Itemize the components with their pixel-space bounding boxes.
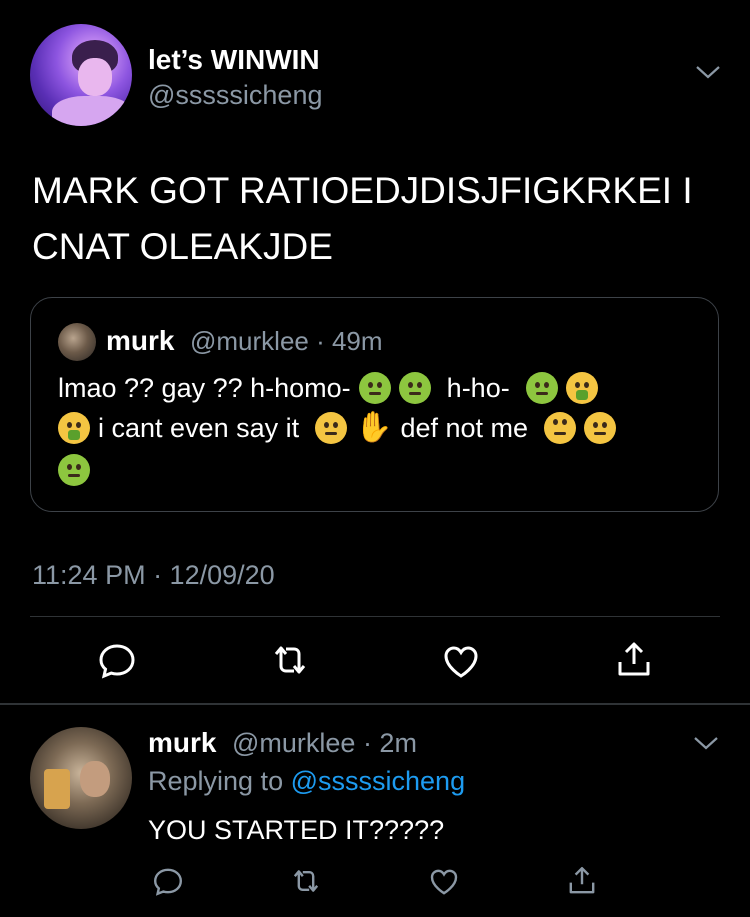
share-icon[interactable] [566,865,598,897]
reply-tweet-text: YOU STARTED IT????? [148,815,445,845]
quoted-tweet-text-2b: def not me [400,412,529,443]
quoted-tweet-text-1a: lmao ?? gay ?? h-homo- [58,372,351,403]
quoted-tweet-text-2a: i cant even say it [98,412,300,443]
nauseated-face-icon [358,372,391,404]
raised-hand-icon: ✋ [355,411,393,444]
face-with-raised-eyebrow-icon [584,412,617,444]
chevron-down-icon[interactable] [693,733,719,753]
tweet-timestamp[interactable]: 11:24 PM · 12/09/20 [32,560,275,591]
neutral-face-icon [315,412,348,444]
face-vomiting-icon [58,412,90,444]
like-icon[interactable] [428,866,460,898]
replying-to-mention[interactable]: @sssssicheng [291,766,465,796]
quoted-tweet-avatar [58,323,96,361]
quoted-tweet-text-1b: h-ho- [446,372,510,403]
quoted-tweet-handle-time: @murklee · 49m [190,326,383,356]
chevron-down-icon[interactable] [695,62,721,82]
reply-tweet-handle-time[interactable]: @murklee · 2m [232,728,417,759]
nauseated-face-icon [398,372,431,404]
reply-icon[interactable] [97,640,137,680]
quoted-tweet-line-3 [58,454,90,486]
retweet-icon[interactable] [270,640,310,680]
reply-tweet-display-name[interactable]: murk [148,727,216,759]
replying-to-label: Replying to [148,766,284,796]
like-icon[interactable] [441,642,481,682]
nauseated-face-icon [58,454,90,486]
reply-icon[interactable] [152,865,184,897]
main-tweet-handle[interactable]: @sssssicheng [148,80,322,111]
divider [30,616,720,617]
reply-tweet-avatar[interactable] [30,727,132,829]
quoted-tweet-display-name: murk [106,325,175,356]
quoted-tweet-line-1: lmao ?? gay ?? h-homo- h-ho- [58,372,598,404]
replying-to-line: Replying to @sssssicheng [148,766,465,797]
quoted-tweet-line-2: i cant even say it ✋ def not me [58,411,617,444]
retweet-icon[interactable] [290,865,322,897]
main-tweet-display-name[interactable]: let’s WINWIN [148,44,320,76]
tweet-separator [0,703,750,705]
nauseated-face-icon [525,372,558,404]
face-with-rolling-eyes-icon [544,412,577,444]
face-vomiting-icon [565,372,598,404]
main-tweet-text: MARK GOT RATIOEDJDISJFIGKRKEI I CNAT OLE… [32,170,693,267]
main-tweet-avatar[interactable] [30,24,132,126]
share-icon[interactable] [614,640,654,680]
